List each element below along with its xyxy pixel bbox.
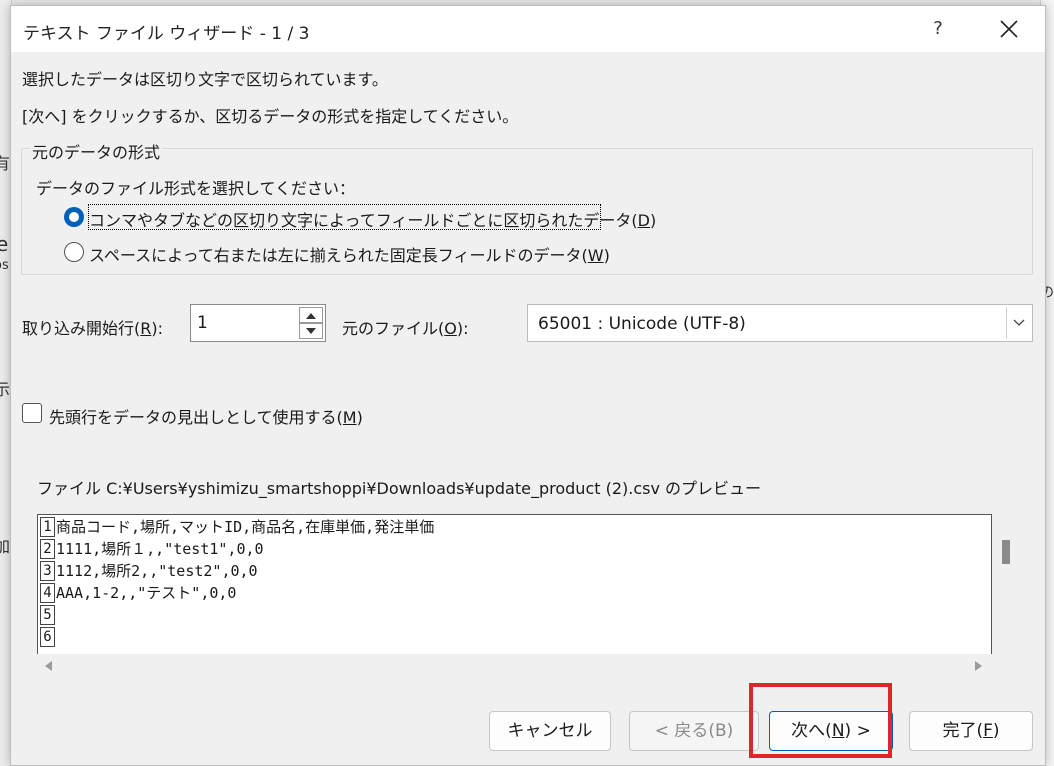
close-button[interactable] <box>991 14 1027 44</box>
scroll-left-icon[interactable] <box>45 661 52 671</box>
start-row-spinner[interactable]: 1 <box>190 304 326 342</box>
background-fragment: os <box>0 258 9 273</box>
preview-row: 3 1112,場所2,,"test2",0,0 <box>38 559 991 581</box>
preview-row-text: 商品コード,場所,マットID,商品名,在庫単価,発注単価 <box>56 518 435 536</box>
scroll-right-icon[interactable] <box>975 661 982 671</box>
preview-row-text: 1112,場所2,,"test2",0,0 <box>56 562 258 580</box>
background-fragment: e <box>0 232 9 256</box>
preview-row-number: 6 <box>40 627 55 647</box>
preview-row: 5 <box>38 603 991 625</box>
origin-label: 元のファイル(O): <box>342 319 469 338</box>
preview-row: 6 <box>38 625 991 647</box>
preview-row-text: AAA,1-2,,"テスト",0,0 <box>56 584 237 602</box>
preview-row: 2 1111,場所１,,"test1",0,0 <box>38 537 991 559</box>
background-fragment: 加 <box>0 537 11 556</box>
data-format-group: 元のデータの形式 データのファイル形式を選択してください： コンマやタブなどの区… <box>21 139 1033 275</box>
preview-row: 1 商品コード,場所,マットID,商品名,在庫単価,発注単価 <box>38 515 991 537</box>
vertical-scrollbar-thumb[interactable] <box>1002 540 1010 564</box>
radio-fixed-width-label[interactable]: スペースによって右または左に揃えられた固定長フィールドのデータ(W) <box>89 242 610 266</box>
background-fragment: 示 <box>0 380 11 399</box>
spin-up-button[interactable] <box>299 307 323 323</box>
close-icon <box>1000 20 1018 38</box>
text-import-wizard-dialog: テキスト ファイル ウィザード - 1 / 3 ? 選択したデータは区切り文字で… <box>10 5 1046 766</box>
radio-delimited-label[interactable]: コンマやタブなどの区切り文字によってフィールドごとに区切られたデータ(D) <box>89 207 656 231</box>
preview-row-number: 5 <box>40 605 55 625</box>
file-origin-value: 65001 : Unicode (UTF-8) <box>538 314 746 334</box>
header-row-checkbox-label[interactable]: 先頭行をデータの見出しとして使用する(M) <box>49 404 363 428</box>
header-row-checkbox[interactable] <box>22 403 42 423</box>
next-button-highlight-annotation <box>749 683 892 758</box>
triangle-down-icon <box>306 328 316 334</box>
radio-delimited[interactable] <box>64 207 84 227</box>
preview-pane[interactable]: 1 商品コード,場所,マットID,商品名,在庫単価,発注単価 2 1111,場所… <box>37 514 992 654</box>
spin-down-button[interactable] <box>299 323 323 339</box>
background-fragment: 有 <box>0 154 11 173</box>
dropdown-button[interactable] <box>1006 307 1030 339</box>
preview-row-number: 4 <box>40 583 55 603</box>
back-button[interactable]: < 戻る(B) <box>629 711 759 751</box>
radio-fixed-width[interactable] <box>64 242 84 262</box>
file-origin-dropdown[interactable]: 65001 : Unicode (UTF-8) <box>527 304 1033 342</box>
intro-text: 選択したデータは区切り文字で区切られています。 <box>22 70 388 89</box>
start-row-label: 取り込み開始行(R): <box>22 319 164 338</box>
preview-row: 4 AAA,1-2,,"テスト",0,0 <box>38 581 991 603</box>
preview-row-number: 3 <box>40 561 55 581</box>
start-row-value[interactable]: 1 <box>197 313 208 333</box>
title-bar: テキスト ファイル ウィザード - 1 / 3 ? <box>11 6 1045 52</box>
help-button[interactable]: ? <box>923 14 953 44</box>
finish-button[interactable]: 完了(F) <box>909 711 1033 751</box>
preview-row-number: 1 <box>40 517 55 537</box>
group-legend: 元のデータの形式 <box>30 139 163 163</box>
format-prompt: データのファイル形式を選択してください： <box>36 179 356 198</box>
chevron-down-icon <box>1013 319 1025 326</box>
preview-row-number: 2 <box>40 539 55 559</box>
preview-row-text: 1111,場所１,,"test1",0,0 <box>56 540 264 558</box>
intro-text: [次へ] をクリックするか、区切るデータの形式を指定してください。 <box>22 107 519 126</box>
cancel-button[interactable]: キャンセル <box>489 711 611 751</box>
preview-caption: ファイル C:¥Users¥yshimizu_smartshoppi¥Downl… <box>37 479 762 498</box>
dialog-title: テキスト ファイル ウィザード - 1 / 3 <box>23 24 310 44</box>
triangle-up-icon <box>306 313 316 319</box>
